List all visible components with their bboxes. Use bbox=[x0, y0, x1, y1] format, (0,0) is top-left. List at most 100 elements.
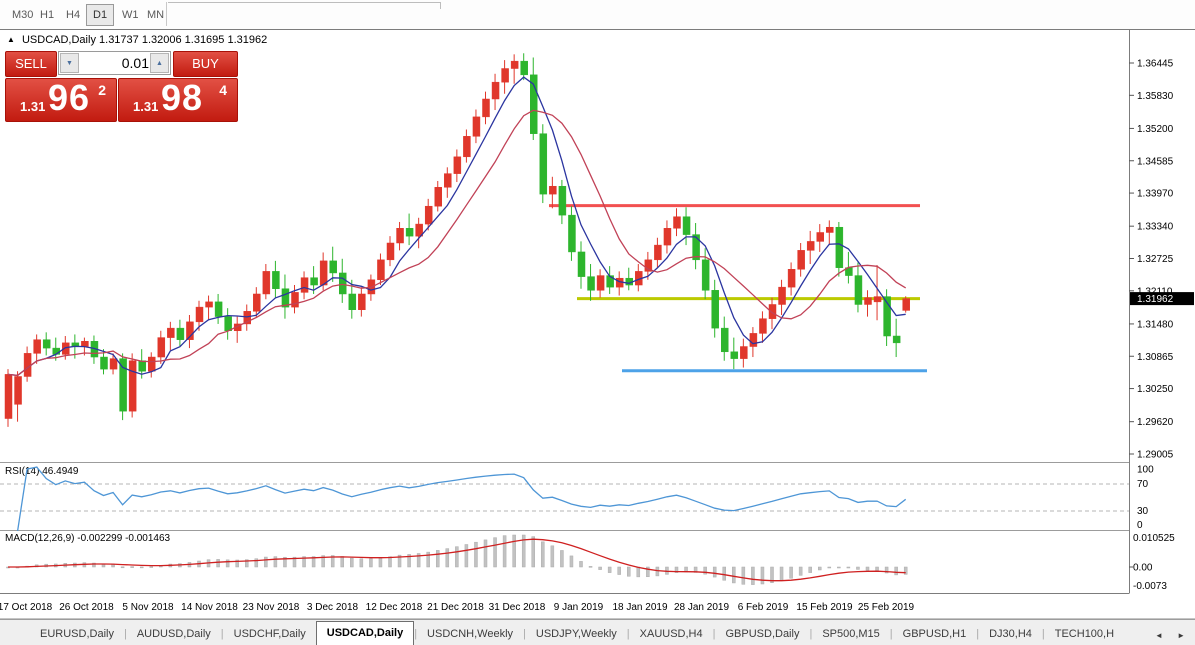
macd-histogram-bar bbox=[512, 534, 516, 568]
rsi-scale-label: 70 bbox=[1137, 479, 1149, 490]
tab-usdcnh-weekly[interactable]: USDCNH,Weekly bbox=[417, 624, 523, 645]
macd-histogram-bar bbox=[369, 558, 373, 568]
macd-histogram-bar bbox=[388, 556, 392, 568]
macd-histogram-bar bbox=[149, 566, 153, 568]
macd-histogram-bar bbox=[598, 566, 602, 570]
macd-histogram-bar bbox=[350, 557, 354, 568]
macd-histogram-bar bbox=[732, 566, 736, 584]
tab-sp500-m15[interactable]: SP500,M15 bbox=[812, 624, 889, 645]
tab-audusd-daily[interactable]: AUDUSD,Daily bbox=[127, 624, 221, 645]
price-tick-label: 1.33970 bbox=[1137, 189, 1174, 200]
date-axis-label: 12 Dec 2018 bbox=[366, 602, 423, 613]
rsi-line bbox=[16, 466, 907, 532]
date-axis-label: 17 Oct 2018 bbox=[0, 602, 53, 613]
tab-dj30-h4[interactable]: DJ30,H4 bbox=[979, 624, 1042, 645]
macd-histogram-bar bbox=[741, 566, 746, 585]
macd-histogram-bar bbox=[655, 566, 660, 577]
price-tick-label: 1.29005 bbox=[1137, 450, 1174, 461]
date-axis-label: 9 Jan 2019 bbox=[554, 602, 604, 613]
tab-scroll-arrows-icon[interactable]: ◄ ► bbox=[1155, 631, 1191, 640]
macd-histogram-bar bbox=[837, 566, 841, 569]
rsi-scale-label: 30 bbox=[1137, 506, 1149, 517]
date-axis-label: 21 Dec 2018 bbox=[427, 602, 484, 613]
tab-xauusd-h4[interactable]: XAUUSD,H4 bbox=[630, 624, 713, 645]
macd-histogram-bar bbox=[588, 566, 593, 568]
current-price-label: 1.31962 bbox=[1137, 294, 1174, 305]
macd-histogram-bar bbox=[273, 556, 278, 568]
macd-histogram-bar bbox=[579, 561, 583, 568]
price-tick-label: 1.30865 bbox=[1137, 352, 1174, 363]
tab-tech100-h[interactable]: TECH100,H bbox=[1045, 624, 1124, 645]
macd-scale-label: 0.00 bbox=[1133, 563, 1153, 574]
chart-canvas[interactable]: 1.36445 1.35830 1.35200 1.34585 1.33970 1.333… bbox=[0, 0, 1195, 645]
macd-histogram-bar bbox=[798, 566, 803, 576]
date-axis-label: 18 Jan 2019 bbox=[612, 602, 667, 613]
macd-histogram-bar bbox=[445, 548, 450, 568]
date-axis-label: 3 Dec 2018 bbox=[307, 602, 359, 613]
macd-histogram-bar bbox=[789, 566, 793, 579]
macd-histogram-bar bbox=[760, 566, 765, 585]
price-tick-label: 1.34585 bbox=[1137, 156, 1174, 167]
macd-histogram-bar bbox=[120, 566, 125, 569]
macd-histogram-bar bbox=[856, 566, 860, 570]
macd-histogram-bar bbox=[818, 566, 822, 571]
tab-eurusd-daily[interactable]: EURUSD,Daily bbox=[30, 624, 124, 645]
macd-histogram-bar bbox=[436, 550, 440, 568]
macd-histogram-bar bbox=[426, 551, 430, 568]
tab-gbpusd-daily[interactable]: GBPUSD,Daily bbox=[715, 624, 809, 645]
macd-histogram-bar bbox=[569, 555, 574, 568]
macd-histogram-bar bbox=[808, 566, 812, 573]
macd-histogram-bar bbox=[455, 546, 459, 568]
macd-histogram-bar bbox=[627, 566, 631, 577]
macd-histogram-bar bbox=[846, 566, 851, 569]
rsi-scale-label: 100 bbox=[1137, 465, 1154, 476]
macd-histogram-bar bbox=[531, 536, 535, 568]
price-tick-label: 1.36445 bbox=[1137, 59, 1174, 70]
macd-histogram-bar bbox=[216, 559, 220, 568]
date-axis-label: 6 Feb 2019 bbox=[738, 602, 789, 613]
date-axis-label: 28 Jan 2019 bbox=[674, 602, 729, 613]
date-axis-label: 15 Feb 2019 bbox=[796, 602, 853, 613]
macd-scale-label: 0.010525 bbox=[1133, 533, 1175, 544]
macd-histogram-bar bbox=[225, 559, 230, 568]
tab-gbpusd-h1[interactable]: GBPUSD,H1 bbox=[893, 624, 977, 645]
macd-histogram-bar bbox=[636, 566, 641, 578]
date-axis-label: 23 Nov 2018 bbox=[243, 602, 300, 613]
macd-histogram-bar bbox=[751, 566, 755, 585]
macd-histogram-bar bbox=[560, 550, 564, 568]
price-tick-label: 1.35830 bbox=[1137, 91, 1174, 102]
price-tick-label: 1.30250 bbox=[1137, 384, 1174, 395]
price-tick-label: 1.29620 bbox=[1137, 417, 1174, 428]
date-axis-label: 26 Oct 2018 bbox=[59, 602, 114, 613]
macd-histogram-bar bbox=[464, 544, 469, 568]
macd-histogram-bar bbox=[541, 541, 545, 568]
macd-histogram-bar bbox=[617, 566, 621, 575]
macd-histogram-bar bbox=[264, 556, 268, 568]
tab-usdcad-daily[interactable]: USDCAD,Daily bbox=[315, 621, 415, 645]
macd-histogram-bar bbox=[474, 541, 478, 568]
macd-histogram-bar bbox=[139, 566, 144, 569]
mt4-terminal: { "toolbar": { "timeframes": ["M30","H1"… bbox=[0, 0, 1195, 645]
macd-histogram-bar bbox=[779, 566, 784, 581]
macd-histogram-bar bbox=[703, 566, 707, 575]
macd-histogram-bar bbox=[875, 566, 879, 572]
rsi-scale-label: 0 bbox=[1137, 520, 1143, 531]
macd-histogram-bar bbox=[607, 566, 612, 573]
date-axis-label: 14 Nov 2018 bbox=[181, 602, 238, 613]
macd-histogram-bar bbox=[130, 566, 134, 568]
price-tick-label: 1.35200 bbox=[1137, 124, 1174, 135]
price-tick-label: 1.32725 bbox=[1137, 254, 1174, 265]
date-axis-label: 31 Dec 2018 bbox=[489, 602, 546, 613]
macd-histogram-bar bbox=[827, 566, 832, 569]
macd-histogram-bar bbox=[340, 556, 344, 568]
date-axis-label: 25 Feb 2019 bbox=[858, 602, 915, 613]
tab-usdjpy-weekly[interactable]: USDJPY,Weekly bbox=[526, 624, 627, 645]
macd-histogram-bar bbox=[550, 545, 555, 568]
macd-histogram-bar bbox=[502, 535, 507, 568]
fast-ma bbox=[7, 76, 906, 377]
macd-histogram-bar bbox=[712, 566, 717, 578]
chart-tab-bar: EURUSD,Daily | AUDUSD,Daily | USDCHF,Daily US… bbox=[0, 619, 1195, 645]
date-axis-label: 5 Nov 2018 bbox=[122, 602, 174, 613]
tab-usdchf-daily[interactable]: USDCHF,Daily bbox=[224, 624, 316, 645]
macd-histogram-bar bbox=[722, 566, 726, 581]
